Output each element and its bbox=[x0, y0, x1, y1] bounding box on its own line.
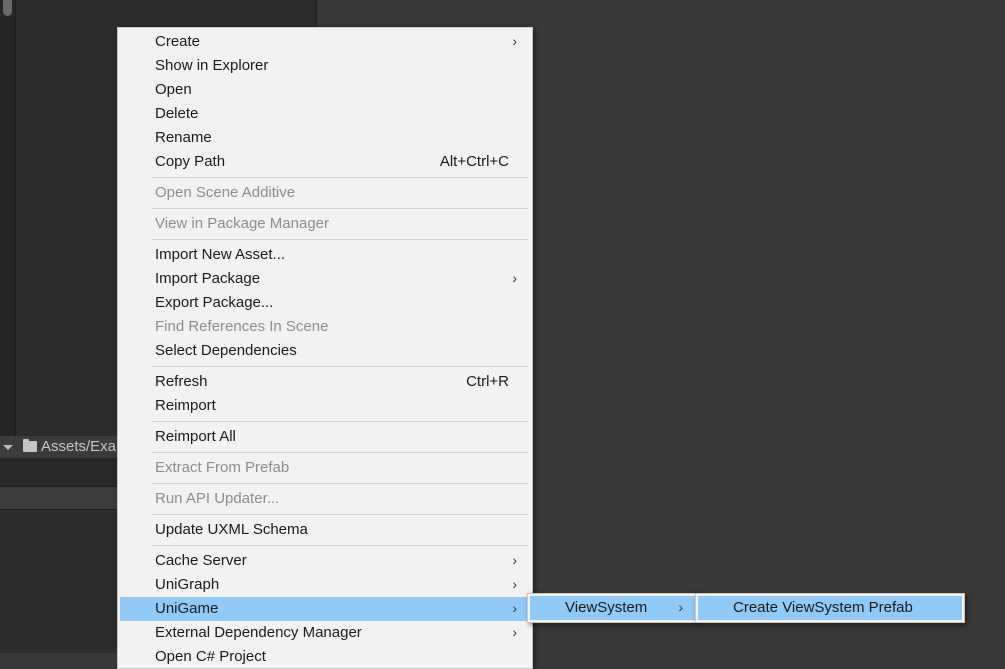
menu-item-label: Extract From Prefab bbox=[155, 459, 290, 476]
menu-item-reimport[interactable]: Reimport bbox=[120, 394, 529, 418]
menu-item-delete[interactable]: Delete bbox=[120, 102, 529, 126]
menu-separator bbox=[152, 239, 528, 240]
menu-item-view-in-package-manager: View in Package Manager bbox=[120, 212, 529, 236]
menu-item-label: Show in Explorer bbox=[155, 57, 269, 74]
chevron-right-icon: › bbox=[512, 270, 517, 286]
menu-item-label: Update UXML Schema bbox=[155, 521, 308, 538]
panel-toolbar bbox=[0, 486, 118, 510]
menu-item-label: Create bbox=[155, 33, 201, 50]
viewsystem-submenu: Create ViewSystem Prefab bbox=[695, 593, 965, 623]
menu-item-label: Export Package... bbox=[155, 294, 274, 311]
folder-icon bbox=[23, 439, 37, 452]
menu-item-refresh[interactable]: Refresh Ctrl+R bbox=[120, 370, 529, 394]
menu-item-label: Reimport All bbox=[155, 428, 236, 445]
menu-separator bbox=[152, 452, 528, 453]
menu-item-label: Reimport bbox=[155, 397, 216, 414]
menu-item-cache-server[interactable]: Cache Server › bbox=[120, 549, 529, 573]
breadcrumb-path[interactable]: Assets/Exa bbox=[41, 436, 116, 458]
menu-item-create[interactable]: Create › bbox=[120, 30, 529, 54]
menu-item-open-csharp-project[interactable]: Open C# Project bbox=[120, 645, 529, 669]
menu-separator bbox=[152, 366, 528, 367]
menu-item-label: Import New Asset... bbox=[155, 246, 286, 263]
menu-item-run-api-updater: Run API Updater... bbox=[120, 487, 529, 511]
menu-item-label: UniGame bbox=[155, 600, 219, 617]
menu-item-import-new-asset[interactable]: Import New Asset... bbox=[120, 243, 529, 267]
menu-item-label: Open C# Project bbox=[155, 648, 266, 665]
menu-item-unigame[interactable]: UniGame › bbox=[120, 597, 529, 621]
menu-item-show-in-explorer[interactable]: Show in Explorer bbox=[120, 54, 529, 78]
menu-item-find-references-in-scene: Find References In Scene bbox=[120, 315, 529, 339]
menu-item-label: Delete bbox=[155, 105, 199, 122]
unigame-submenu: ViewSystem › bbox=[527, 593, 698, 623]
menu-item-label: Open bbox=[155, 81, 192, 98]
chevron-right-icon: › bbox=[512, 33, 517, 49]
menu-item-label: Find References In Scene bbox=[155, 318, 329, 335]
dropdown-arrow-icon[interactable] bbox=[3, 445, 13, 450]
menu-item-open[interactable]: Open bbox=[120, 78, 529, 102]
chevron-right-icon: › bbox=[512, 552, 517, 568]
menu-item-copy-path[interactable]: Copy Path Alt+Ctrl+C bbox=[120, 150, 529, 174]
menu-item-label: View in Package Manager bbox=[155, 215, 329, 232]
menu-item-select-dependencies[interactable]: Select Dependencies bbox=[120, 339, 529, 363]
menu-separator bbox=[152, 208, 528, 209]
shortcut-label: Alt+Ctrl+C bbox=[439, 153, 509, 170]
menu-separator bbox=[152, 483, 528, 484]
lower-panel bbox=[0, 510, 118, 653]
menu-item-label: Open Scene Additive bbox=[155, 184, 296, 201]
menu-item-label: Run API Updater... bbox=[155, 490, 280, 507]
assets-context-menu: Create › Show in Explorer Open Delete Re… bbox=[117, 27, 533, 669]
menu-item-create-viewsystem-prefab[interactable]: Create ViewSystem Prefab bbox=[698, 596, 962, 620]
vertical-scrollbar[interactable] bbox=[0, 0, 16, 436]
project-breadcrumb[interactable]: Assets/Exa bbox=[0, 436, 118, 458]
scrollbar-thumb[interactable] bbox=[3, 0, 12, 16]
shortcut-label: Ctrl+R bbox=[466, 373, 509, 390]
menu-item-label: UniGraph bbox=[155, 576, 220, 593]
menu-item-extract-from-prefab: Extract From Prefab bbox=[120, 456, 529, 480]
menu-item-external-dependency-manager[interactable]: External Dependency Manager › bbox=[120, 621, 529, 645]
menu-item-unigraph[interactable]: UniGraph › bbox=[120, 573, 529, 597]
menu-item-label: Import Package bbox=[155, 270, 261, 287]
menu-item-rename[interactable]: Rename bbox=[120, 126, 529, 150]
menu-separator bbox=[152, 514, 528, 515]
menu-item-label: Create ViewSystem Prefab bbox=[733, 599, 913, 616]
chevron-right-icon: › bbox=[512, 600, 517, 616]
menu-separator bbox=[152, 177, 528, 178]
panel-divider bbox=[0, 458, 118, 486]
menu-separator bbox=[152, 545, 528, 546]
chevron-right-icon: › bbox=[512, 624, 517, 640]
menu-item-label: Cache Server bbox=[155, 552, 247, 569]
menu-separator bbox=[152, 421, 528, 422]
menu-item-reimport-all[interactable]: Reimport All bbox=[120, 425, 529, 449]
chevron-right-icon: › bbox=[512, 576, 517, 592]
menu-item-label: ViewSystem bbox=[565, 599, 648, 616]
menu-item-export-package[interactable]: Export Package... bbox=[120, 291, 529, 315]
menu-item-label: Refresh bbox=[155, 373, 208, 390]
menu-item-label: Select Dependencies bbox=[155, 342, 297, 359]
menu-item-label: External Dependency Manager bbox=[155, 624, 362, 641]
menu-item-viewsystem[interactable]: ViewSystem › bbox=[530, 596, 695, 620]
menu-item-import-package[interactable]: Import Package › bbox=[120, 267, 529, 291]
menu-item-open-scene-additive: Open Scene Additive bbox=[120, 181, 529, 205]
menu-item-label: Copy Path bbox=[155, 153, 226, 170]
menu-item-update-uxml-schema[interactable]: Update UXML Schema bbox=[120, 518, 529, 542]
menu-item-label: Rename bbox=[155, 129, 212, 146]
chevron-right-icon: › bbox=[678, 599, 683, 615]
